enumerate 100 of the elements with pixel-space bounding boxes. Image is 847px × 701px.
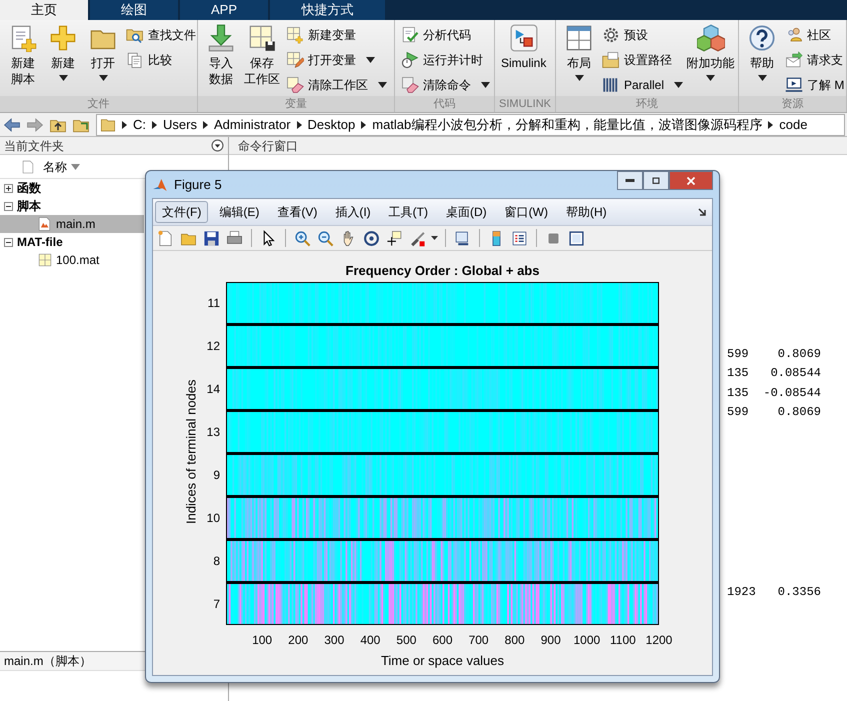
chevron-right-icon (296, 120, 302, 128)
tree-label: 100.mat (56, 252, 100, 269)
chevron-down-icon (211, 139, 224, 152)
tick-label: 600 (432, 632, 453, 649)
close-button[interactable] (669, 171, 713, 190)
table-plus-icon (286, 26, 304, 44)
address-field[interactable]: C: Users Administrator Desktop matlab编程小波包分析，分解和重构，能量比值，波谱图像源码程序 code (96, 114, 845, 136)
script-file-icon (38, 216, 52, 232)
toolstrip-button[interactable]: Simulink (501, 24, 546, 71)
window-title: Figure 5 (174, 176, 222, 194)
toolstrip-button[interactable]: 打开变量 (286, 49, 387, 71)
toolstrip-button[interactable]: 新建 (46, 24, 80, 81)
panel-title: 当前文件夹 (4, 138, 64, 154)
tick-label: 9 (213, 466, 220, 484)
zoom-in-icon (294, 230, 311, 246)
corner-arrow-icon (697, 207, 707, 217)
menu-item[interactable]: 工具(T) (382, 201, 435, 223)
zoom-out-icon (317, 230, 334, 246)
menu-item[interactable]: 文件(F) (155, 201, 208, 223)
tree-item[interactable]: 100.mat (0, 251, 144, 269)
toolstrip-button[interactable]: 预设 (602, 24, 684, 46)
column-header[interactable]: 名称 (43, 158, 80, 176)
tick-label: 10 (206, 510, 220, 527)
envelope-arrow-icon (785, 51, 803, 69)
chevron-right-icon (361, 120, 366, 128)
tree-item[interactable]: 脚本 (0, 197, 144, 215)
new-document-icon (157, 230, 174, 246)
frame-icon (568, 230, 585, 246)
tick-label: 1100 (610, 632, 636, 649)
toolstrip-button[interactable]: 了解 M (785, 74, 844, 96)
tick-label: 1200 (646, 632, 672, 649)
eraser-icon (401, 76, 419, 94)
toolstrip-button[interactable]: 分析代码 (401, 24, 490, 46)
axis-label: Time or space values (380, 652, 504, 670)
help-icon (748, 24, 776, 52)
menu-item[interactable]: 插入(I) (328, 201, 378, 223)
toolstrip-button[interactable]: 导入 数据 (204, 24, 238, 87)
toolbar-button[interactable] (202, 228, 221, 248)
folders-icon (602, 51, 620, 69)
output-value: 0.3356 (776, 584, 821, 601)
path-segment[interactable]: Users (163, 114, 197, 134)
toolstrip-button[interactable]: 请求支 (785, 49, 844, 71)
section-label: 环境 (556, 96, 738, 112)
ribbon-tab[interactable]: 主页 (0, 0, 88, 20)
tree-item[interactable]: main.m (0, 215, 144, 233)
minimize-icon (625, 179, 635, 182)
toolbar-button[interactable] (385, 228, 404, 248)
output-value: -0.08544 (762, 384, 821, 402)
menu-item[interactable]: 帮助(H) (558, 201, 614, 223)
ribbon-tab[interactable]: APP (180, 0, 268, 20)
tick-label: 11 (208, 295, 220, 312)
toolstrip-button[interactable]: 附加功能 (689, 24, 732, 81)
minimize-button[interactable] (617, 171, 643, 190)
menu-item[interactable]: 桌面(D) (438, 201, 494, 223)
printer-icon (226, 230, 243, 246)
toolstrip-button[interactable]: 清除工作区 (286, 74, 387, 96)
chevron-right-icon (152, 120, 157, 128)
panel-menu-button[interactable] (211, 139, 224, 152)
toolstrip-button[interactable]: 社区 (785, 24, 844, 46)
tree-item[interactable]: 函数 (0, 179, 144, 197)
toolstrip-button[interactable]: 帮助 (745, 24, 779, 81)
toolstrip-button[interactable]: 保存 工作区 (244, 24, 280, 87)
toolstrip-button[interactable]: 清除命令 (401, 74, 490, 96)
tick-label: 500 (396, 632, 416, 649)
ribbon-tab[interactable]: 绘图 (90, 0, 178, 20)
table-icon (38, 253, 52, 267)
toolstrip-button[interactable]: 查找文件 (126, 24, 196, 46)
toolstrip-button[interactable]: 比较 (126, 49, 196, 71)
menu-item[interactable]: 编辑(E) (212, 201, 266, 223)
toolstrip-button[interactable]: 布局 (562, 24, 596, 81)
toolbar-button[interactable] (567, 228, 586, 248)
tick-label: 1000 (573, 632, 600, 649)
stopwatch-play-icon (401, 51, 419, 69)
chevron-right-icon (122, 120, 127, 128)
path-segment[interactable]: matlab编程小波包分析，分解和重构，能量比值，波谱图像源码程序 (372, 114, 762, 134)
path-segment[interactable]: Desktop (308, 114, 356, 134)
tick-label: 300 (324, 632, 344, 649)
toolstrip-button[interactable]: 运行并计时 (401, 49, 490, 71)
path-segment[interactable]: code (779, 114, 808, 134)
settings-icon (602, 26, 620, 44)
tree-label: MAT-file (17, 234, 63, 251)
toolstrip-button[interactable]: 新建变量 (286, 24, 387, 46)
toolstrip-button[interactable]: 新建 脚本 (6, 24, 40, 87)
menu-item[interactable]: 查看(V) (270, 201, 324, 223)
tree-item[interactable]: MAT-file (0, 233, 144, 251)
tick-label: 400 (360, 632, 380, 649)
tree-label: 脚本 (17, 198, 41, 215)
toolstrip-button[interactable]: Parallel (602, 74, 684, 96)
toolstrip-button[interactable]: 打开 (86, 24, 120, 81)
menu-item[interactable]: 窗口(W) (498, 201, 555, 223)
maximize-button[interactable] (643, 171, 669, 190)
ribbon-tab[interactable]: 快捷方式 (270, 0, 385, 20)
data-cursor-icon (386, 230, 403, 246)
toolstrip-button[interactable]: 设置路径 (602, 49, 684, 71)
path-segment[interactable]: Administrator (214, 114, 291, 134)
path-segment[interactable]: C: (133, 114, 146, 134)
cubes-icon (696, 24, 725, 52)
chevron-right-icon (768, 120, 774, 128)
output-value: 1923 (727, 584, 757, 601)
block-diagram-icon (510, 24, 538, 52)
